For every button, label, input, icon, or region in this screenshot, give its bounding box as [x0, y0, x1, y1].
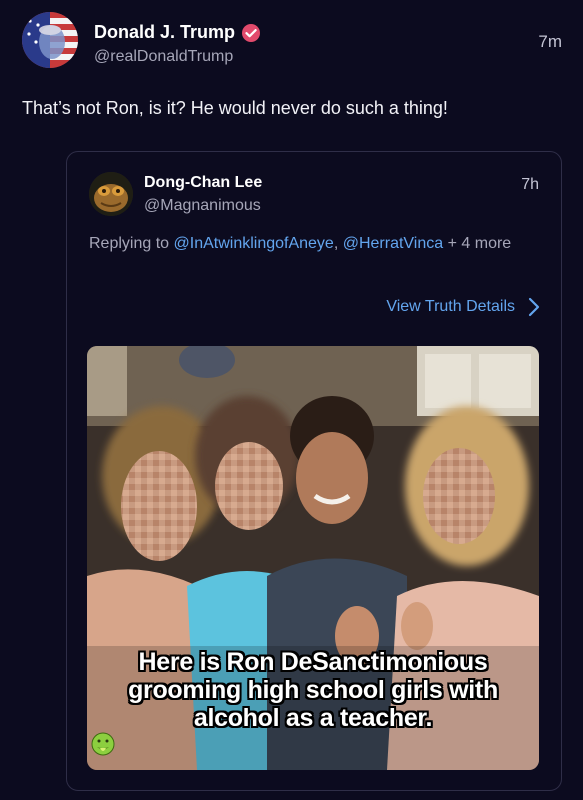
verified-badge-icon [242, 23, 261, 42]
author-handle[interactable]: @realDonaldTrump [94, 48, 233, 66]
author-name[interactable]: Donald J. Trump [94, 22, 235, 43]
meme-caption: Here is Ron DeSanctimonious grooming hig… [87, 648, 539, 756]
quote-author-handle[interactable]: @Magnanimous [144, 197, 261, 215]
nauseated-face-icon [91, 732, 115, 756]
caption-line-1: Here is Ron DeSanctimonious [138, 648, 488, 676]
media-image[interactable]: Here is Ron DeSanctimonious grooming hig… [87, 346, 539, 770]
mention-link-1[interactable]: @InAtwinklingofAneye [174, 235, 334, 252]
chevron-right-icon [528, 297, 540, 317]
flag-portrait-avatar-icon [22, 12, 78, 68]
post-header: Donald J. Trump @realDonaldTrump 7m [22, 12, 562, 72]
author-name-row: Donald J. Trump [94, 22, 261, 43]
view-details-label: View Truth Details [386, 298, 515, 315]
post-timestamp: 7m [538, 32, 562, 51]
quoted-post-card[interactable]: Dong-Chan Lee @Magnanimous 7h Replying t… [66, 151, 562, 791]
replying-to-line: Replying to @InAtwinklingofAneye, @Herra… [89, 232, 529, 255]
quote-author-avatar[interactable] [89, 172, 133, 216]
caption-line-3: alcohol as a teacher. [87, 704, 539, 756]
quote-author-name[interactable]: Dong-Chan Lee [144, 174, 262, 192]
caption-line-2: grooming high school girls with [128, 676, 498, 704]
frog-avatar-icon [89, 172, 133, 216]
more-mentions[interactable]: + 4 more [443, 235, 512, 252]
view-truth-details-link[interactable]: View Truth Details [386, 296, 541, 318]
mention-separator: , [333, 235, 343, 252]
caption-line-3-text: alcohol as a teacher. [193, 704, 433, 732]
quote-timestamp: 7h [521, 176, 539, 193]
post-text: That’s not Ron, is it? He would never do… [22, 98, 448, 118]
mention-link-2[interactable]: @HerratVinca [343, 235, 443, 252]
author-avatar[interactable] [22, 12, 78, 68]
replying-prefix: Replying to [89, 235, 174, 252]
